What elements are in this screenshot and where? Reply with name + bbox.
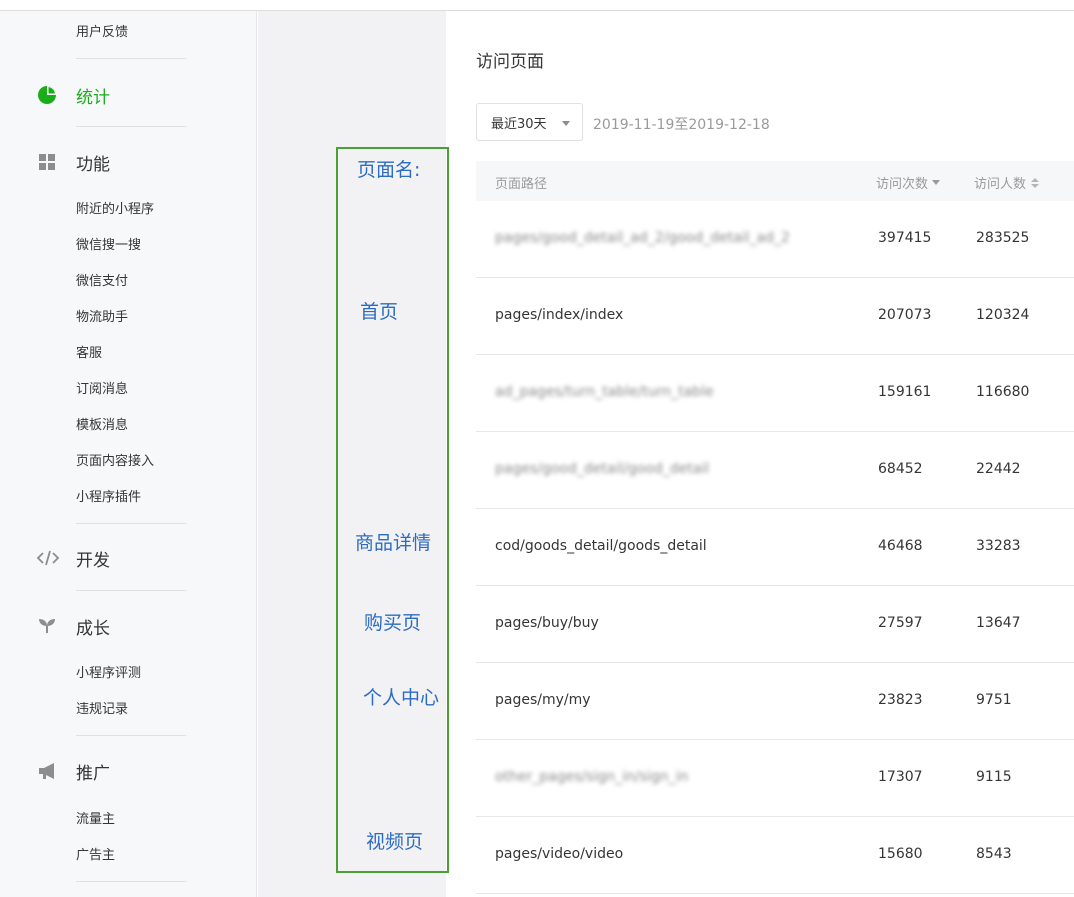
sidebar-group-dev[interactable]: 开发: [36, 544, 110, 572]
pie-chart-icon: [36, 83, 62, 107]
sprout-icon: [36, 614, 62, 638]
sidebar-item-service[interactable]: 客服: [76, 344, 102, 364]
page-path: pages/buy/buy: [495, 615, 599, 631]
date-range-value: 最近30天: [491, 116, 547, 132]
visit-count: 27597: [878, 615, 923, 631]
visitor-count: 33283: [976, 538, 1021, 554]
annotation-label-my: 个人中心: [363, 687, 440, 709]
grid-icon: [36, 150, 62, 174]
sidebar-item-subscribe[interactable]: 订阅消息: [76, 380, 128, 400]
annotation-label-goods-detail: 商品详情: [355, 532, 432, 554]
sidebar-item-violations[interactable]: 违规记录: [76, 700, 128, 720]
visitor-count: 8543: [976, 846, 1012, 862]
table-row[interactable]: pages/buy/buy 27597 13647: [476, 586, 1074, 663]
visitor-count: 9115: [976, 769, 1012, 785]
sidebar-item-review[interactable]: 小程序评测: [76, 664, 141, 684]
visit-count: 397415: [878, 230, 932, 246]
column-header-path: 页面路径: [495, 177, 548, 192]
visit-pages-panel: 访问页面 最近30天 2019-11-19至2019-12-18 页面路径 访问…: [446, 21, 1074, 897]
sidebar-group-label: 成长: [76, 618, 110, 639]
sidebar-group-label: 推广: [76, 763, 110, 784]
sidebar-group-stats[interactable]: 统计: [36, 81, 110, 109]
megaphone-icon: [36, 759, 62, 783]
page-path: pages/index/index: [495, 307, 624, 323]
table-row[interactable]: pages/good_detail/good_detail 68452 22442: [476, 432, 1074, 509]
page-path: ad_pages/turn_table/turn_table: [495, 384, 714, 400]
code-icon: [36, 546, 62, 570]
sidebar-item-logistics[interactable]: 物流助手: [76, 308, 128, 328]
sidebar-divider: [76, 590, 186, 591]
sidebar: 用户反馈 统计 功能 附近的小程序 微信搜一搜 微信支付 物流助手 客服 订阅消…: [0, 11, 257, 897]
visit-count: 15680: [878, 846, 923, 862]
visitor-count: 9751: [976, 692, 1012, 708]
visitor-count: 283525: [976, 230, 1030, 246]
sidebar-divider: [76, 523, 186, 524]
sort-icon: [1031, 177, 1040, 188]
visit-count: 17307: [878, 769, 923, 785]
visit-count: 68452: [878, 461, 923, 477]
page-path: pages/my/my: [495, 692, 591, 708]
column-header-visits[interactable]: 访问次数: [876, 173, 941, 192]
page-path: pages/video/video: [495, 846, 624, 862]
sidebar-group-growth[interactable]: 成长: [36, 612, 110, 640]
page-path: cod/goods_detail/goods_detail: [495, 538, 707, 554]
table-row[interactable]: pages/my/my 23823 9751: [476, 663, 1074, 740]
sidebar-item-advertiser[interactable]: 广告主: [76, 846, 115, 866]
sidebar-group-label: 开发: [76, 550, 110, 571]
sidebar-group-features[interactable]: 功能: [36, 148, 110, 176]
page-path: other_pages/sign_in/sign_in: [495, 769, 689, 785]
sidebar-group-promo[interactable]: 推广: [36, 757, 110, 785]
sidebar-divider: [76, 881, 186, 882]
table-header: 页面路径 访问次数 访问人数: [476, 161, 1074, 201]
sidebar-group-label: 统计: [76, 87, 110, 108]
sidebar-item-template[interactable]: 模板消息: [76, 416, 128, 436]
annotation-label-buy: 购买页: [364, 612, 422, 634]
sidebar-divider: [76, 126, 186, 127]
page-path: pages/good_detail/good_detail: [495, 461, 710, 477]
page-title: 访问页面: [476, 52, 544, 72]
table-row[interactable]: pages/index/index 207073 120324: [476, 278, 1074, 355]
column-header-users[interactable]: 访问人数: [974, 173, 1040, 192]
sidebar-divider: [76, 58, 186, 59]
annotation-label-video: 视频页: [366, 831, 424, 853]
table-row[interactable]: other_pages/sign_in/sign_in 17307 9115: [476, 740, 1074, 817]
sidebar-divider: [76, 735, 186, 736]
visitor-count: 116680: [976, 384, 1030, 400]
sidebar-item-feedback[interactable]: 用户反馈: [76, 23, 128, 43]
annotation-box: [336, 147, 449, 873]
visit-count: 23823: [878, 692, 923, 708]
sidebar-item-publisher[interactable]: 流量主: [76, 810, 115, 830]
sort-desc-icon: [932, 180, 941, 185]
sidebar-item-content[interactable]: 页面内容接入: [76, 452, 154, 472]
chevron-down-icon: [562, 121, 570, 126]
date-span-text: 2019-11-19至2019-12-18: [593, 117, 770, 133]
visitor-count: 13647: [976, 615, 1021, 631]
date-range-select[interactable]: 最近30天: [476, 103, 583, 141]
table-row[interactable]: pages/video/video 15680 8543: [476, 817, 1074, 894]
table-row[interactable]: cod/goods_detail/goods_detail 46468 33283: [476, 509, 1074, 586]
visitor-count: 120324: [976, 307, 1030, 323]
table-body: pages/good_detail_ad_2/good_detail_ad_2 3…: [476, 201, 1074, 894]
sidebar-item-pay[interactable]: 微信支付: [76, 272, 128, 292]
annotation-label-page-name: 页面名:: [357, 159, 421, 181]
sidebar-group-label: 功能: [76, 154, 110, 175]
sidebar-item-plugin[interactable]: 小程序插件: [76, 488, 141, 508]
visit-count: 207073: [878, 307, 932, 323]
sidebar-item-nearby[interactable]: 附近的小程序: [76, 200, 154, 220]
sidebar-item-search[interactable]: 微信搜一搜: [76, 236, 141, 256]
table-row[interactable]: ad_pages/turn_table/turn_table 159161 1166…: [476, 355, 1074, 432]
table-row[interactable]: pages/good_detail_ad_2/good_detail_ad_2 3…: [476, 201, 1074, 278]
visit-count: 159161: [878, 384, 932, 400]
visit-pages-table: 页面路径 访问次数 访问人数 pages/good_detail_ad_2/go…: [476, 161, 1074, 894]
page-path: pages/good_detail_ad_2/good_detail_ad_2: [495, 230, 790, 246]
annotation-label-home: 首页: [360, 301, 399, 323]
visit-count: 46468: [878, 538, 923, 554]
top-rule: [0, 0, 1074, 11]
visitor-count: 22442: [976, 461, 1021, 477]
